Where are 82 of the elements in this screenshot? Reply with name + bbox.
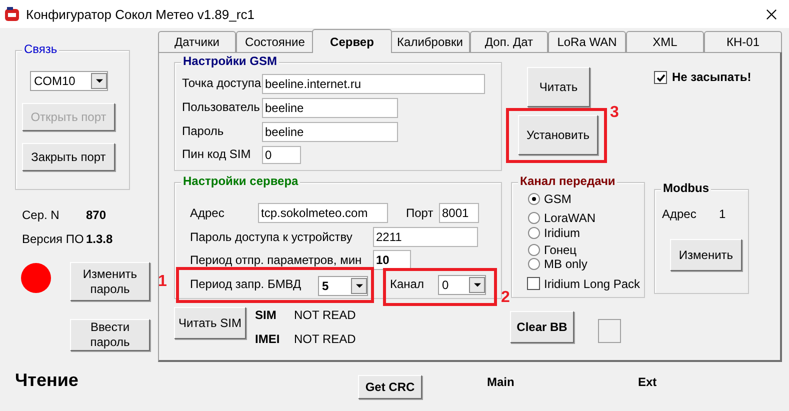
text-field[interactable]: beeline [262,122,398,142]
radio-button[interactable] [528,258,540,270]
tab[interactable]: Состояние [236,31,314,52]
checkbox-label: Не засыпать! [672,70,752,84]
text-field[interactable]: beeline [262,98,398,118]
serial-label: Сер. N [22,208,60,222]
field-label: Порт [406,206,434,220]
field-label: Пин код SIM [182,147,251,161]
radio-button[interactable] [528,244,540,256]
sim-value: NOT READ [294,308,356,322]
password-button[interactable]: Изменить пароль [70,262,150,301]
change-button[interactable]: Изменить [670,239,742,271]
radio-button[interactable] [528,193,540,205]
field-label: Адрес [190,206,224,220]
channel-dropdown[interactable]: 0 [438,275,486,295]
group-title: Связь [22,42,60,56]
read-sim-button[interactable]: Читать SIM [174,307,246,339]
radio-label: Гонец [544,243,577,257]
radio-button[interactable] [528,227,540,239]
password-field[interactable]: 2211 [373,227,478,247]
read-button[interactable]: Читать [527,67,590,107]
checkbox[interactable] [654,71,667,84]
window-title: Конфигуратор Сокол Метео v1.89_rc1 [26,6,254,22]
tab[interactable]: LoRa WAN [548,31,626,52]
radio-label: GSM [544,192,572,206]
status-indicator [21,263,51,293]
tab[interactable]: КН-01 [704,31,782,52]
imei-label: IMEI [255,332,280,346]
crc-button[interactable]: Get CRC [358,375,422,399]
check-icon [656,72,666,82]
empty-box [598,319,621,343]
text-field[interactable]: beeline.internet.ru [262,74,485,94]
radio-label: MB only [544,257,588,271]
annotation-number: 3 [610,105,619,121]
ext-label: Ext [638,375,657,389]
close-icon[interactable] [766,8,777,20]
field-label: Период запр. БМВД [190,277,302,291]
tab[interactable]: Сервер [312,29,392,53]
annotation-number: 2 [501,290,510,306]
set-button[interactable]: Установить [518,115,598,155]
port-field[interactable]: 8001 [439,203,479,223]
annotation-number: 1 [158,274,167,290]
version-label: Версия ПО [22,232,84,246]
app-icon [4,6,20,22]
group-title: Канал передачи [518,174,618,188]
field-label: Канал [390,277,424,291]
address-value: 1 [719,207,726,221]
address-label: Адрес [662,207,696,221]
field-label: Период отпр. параметров, мин [190,253,362,267]
checkbox[interactable] [527,277,540,290]
field-label: Точка доступа [182,76,262,90]
radio-label: Iridium [544,226,580,240]
radio-button[interactable] [528,212,540,224]
serial-value: 870 [86,208,106,222]
tab[interactable]: Доп. Дат [470,31,548,52]
imei-value: NOT READ [294,332,356,346]
status-text: Чтение [15,370,78,391]
address-field[interactable]: tcp.sokolmeteo.com [258,203,388,223]
password-button[interactable]: Ввести пароль [70,319,150,351]
sim-label: SIM [255,308,276,322]
field-label: Пароль доступа к устройству [190,230,352,244]
port-button[interactable]: Закрыть порт [22,143,115,171]
tab[interactable]: Датчики [158,31,236,52]
radio-label: LoraWAN [544,211,596,225]
caret-icon [356,284,362,288]
main-label: Main [487,375,514,389]
period-field[interactable]: 10 [373,250,411,270]
tab[interactable]: Калибровки [390,31,470,52]
version-value: 1.3.8 [86,232,113,246]
checkbox-label: Iridium Long Pack [544,277,640,291]
group-title: Настройки GSM [181,54,279,68]
field-label: Пользователь [182,100,260,114]
field-label: Пароль [182,124,224,138]
period-dropdown[interactable]: 5 [318,276,368,296]
group-title: Modbus [661,181,711,195]
caret-icon [96,79,102,83]
clear-button[interactable]: Clear BB [510,311,574,343]
caret-icon [474,283,480,287]
text-field[interactable]: 0 [262,146,301,164]
tab[interactable]: XML [626,31,704,52]
port-dropdown[interactable]: COM10 [30,71,108,91]
group-title: Настройки сервера [181,174,300,188]
